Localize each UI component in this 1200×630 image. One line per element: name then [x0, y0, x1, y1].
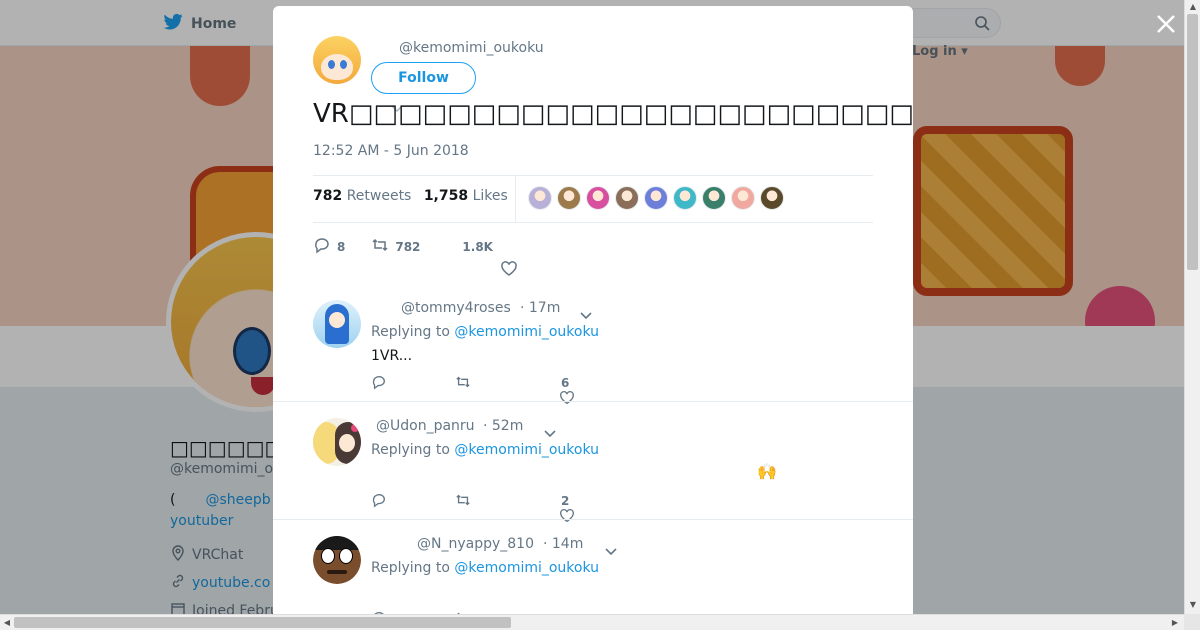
replying-to-link[interactable]: @kemomimi_oukoku	[454, 560, 599, 576]
retweet-icon	[371, 236, 389, 257]
horizontal-scroll-thumb[interactable]	[14, 617, 511, 628]
divider	[313, 222, 873, 223]
liker-avatar[interactable]	[586, 186, 610, 210]
liker-avatar[interactable]	[673, 186, 697, 210]
reply-icon	[313, 236, 331, 257]
chevron-down-icon[interactable]	[579, 306, 593, 320]
tweet-actions: 8 782 1.8K	[313, 236, 493, 257]
replying-to: Replying to @kemomimi_oukoku	[371, 560, 600, 576]
reply-handle[interactable]: @N_nyappy_810	[417, 536, 534, 552]
like-count: 2	[561, 494, 570, 508]
reply-time[interactable]: · 52m	[483, 418, 523, 434]
reply-action[interactable]: 8	[313, 236, 345, 257]
reply-item[interactable]: @N_nyappy_810 · 14m Replying to @kemomim…	[273, 524, 913, 614]
close-icon	[1152, 15, 1180, 42]
tweet-stats: 782 Retweets 1,758 Likes	[313, 188, 508, 204]
tweet-text: VR□□□□□□□□□□□□□□□□□□□□□□□□□□□□□□□□□□□□□□…	[313, 99, 913, 129]
vertical-scrollbar[interactable]: ▲ ▼	[1184, 0, 1200, 614]
scroll-up-arrow-icon[interactable]: ▲	[1188, 2, 1198, 12]
liker-avatar[interactable]	[731, 186, 755, 210]
replying-to: Replying to @kemomimi_oukoku	[371, 324, 600, 340]
retweets-stat[interactable]: 782 Retweets	[313, 188, 411, 204]
reply-avatar[interactable]	[313, 418, 361, 466]
divider	[273, 401, 913, 402]
tweet-author-avatar[interactable]	[313, 36, 361, 84]
liker-avatar[interactable]	[557, 186, 581, 210]
likes-stat[interactable]: 1,758 Likes	[424, 188, 508, 204]
like-count: 6	[561, 376, 570, 390]
divider	[313, 175, 873, 176]
scroll-right-arrow-icon[interactable]: ▶	[1170, 618, 1180, 628]
scroll-down-arrow-icon[interactable]: ▼	[1188, 600, 1198, 610]
scroll-left-arrow-icon[interactable]: ◀	[2, 618, 12, 628]
reply-time[interactable]: · 14m	[543, 536, 583, 552]
stats-separator	[515, 176, 516, 222]
reply-actions: 6	[371, 374, 671, 405]
chevron-down-icon[interactable]	[543, 424, 557, 438]
replying-to: Replying to @kemomimi_oukoku	[371, 442, 600, 458]
reply-time[interactable]: · 17m	[520, 300, 560, 316]
raising-hands-emoji: 🙌	[757, 462, 777, 481]
retweet-action[interactable]: 782	[371, 236, 420, 257]
scrollbar-corner	[1184, 614, 1200, 630]
reply-actions: 2	[371, 492, 671, 523]
liker-avatar[interactable]	[702, 186, 726, 210]
liker-avatar[interactable]	[528, 186, 552, 210]
likers-avatars	[528, 186, 784, 210]
reply-handle[interactable]: @tommy4roses	[401, 300, 511, 316]
horizontal-scrollbar[interactable]: ◀ ▶	[0, 614, 1184, 630]
like-action[interactable]: 1.8K	[462, 240, 493, 254]
reply-avatar[interactable]	[313, 536, 361, 584]
tweet-author-handle[interactable]: @kemomimi_oukoku	[399, 40, 544, 56]
tweet-timestamp[interactable]: 12:52 AM - 5 Jun 2018	[313, 143, 469, 159]
chevron-down-icon[interactable]	[604, 542, 618, 556]
reply-text: 1VR...	[371, 348, 413, 364]
reply-item[interactable]: @tommy4roses · 17m Replying to @kemomimi…	[273, 288, 913, 406]
heart-icon[interactable]	[500, 260, 518, 278]
tweet-permalink-modal: @kemomimi_oukoku Follow VR□□□□□□□□□□□□□□…	[273, 6, 913, 614]
vertical-scroll-thumb[interactable]	[1187, 14, 1198, 270]
divider	[273, 519, 913, 520]
replying-to-link[interactable]: @kemomimi_oukoku	[454, 324, 599, 340]
liker-avatar[interactable]	[760, 186, 784, 210]
close-button[interactable]	[1152, 10, 1180, 38]
replying-to-link[interactable]: @kemomimi_oukoku	[454, 442, 599, 458]
reply-avatar[interactable]	[313, 300, 361, 348]
liker-avatar[interactable]	[615, 186, 639, 210]
reply-handle[interactable]: @Udon_panru	[376, 418, 475, 434]
follow-button[interactable]: Follow	[371, 62, 476, 94]
reply-item[interactable]: @Udon_panru · 52m Replying to @kemomimi_…	[273, 406, 913, 524]
liker-avatar[interactable]	[644, 186, 668, 210]
